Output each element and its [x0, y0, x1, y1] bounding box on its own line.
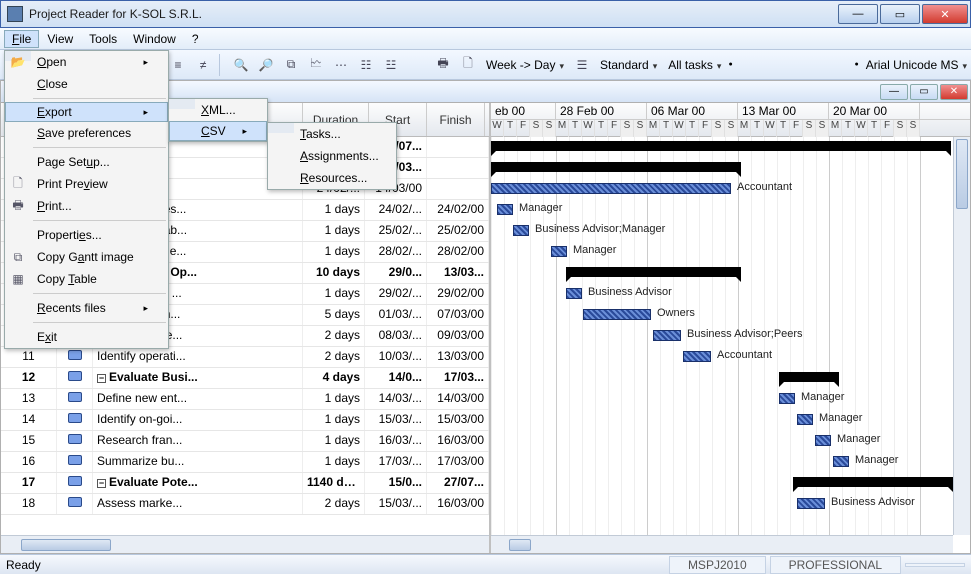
menu-page-setup[interactable]: Page Setup... — [5, 151, 168, 173]
menu-tools[interactable]: Tools — [81, 30, 125, 48]
menu-properties[interactable]: Properties... — [5, 224, 168, 246]
menu-file[interactable]: File — [4, 30, 39, 48]
table-row[interactable]: 13Define new ent...1 days14/03/...14/03/… — [1, 389, 489, 410]
status-ready: Ready — [6, 558, 41, 572]
status-format: MSPJ2010 — [669, 556, 766, 574]
status-bar: Ready MSPJ2010 PROFESSIONAL — [0, 554, 971, 574]
window-title: Project Reader for K-SOL S.R.L. — [29, 7, 202, 21]
table-row[interactable]: 14Identify on-goi...1 days15/03/...15/03… — [1, 410, 489, 431]
view-icon[interactable]: ☰ — [571, 54, 593, 76]
view-dropdown[interactable]: Standard — [596, 54, 661, 76]
menu-open[interactable]: 📂Open▸ — [5, 51, 168, 73]
gantt-vscroll[interactable] — [953, 137, 970, 535]
menu-copy-table[interactable]: ▦Copy Table — [5, 268, 168, 290]
table-icon: ▦ — [10, 272, 26, 286]
chart3-icon[interactable]: ☳ — [380, 54, 402, 76]
window-titlebar: Project Reader for K-SOL S.R.L. — ▭ ✕ — [0, 0, 971, 28]
menu-print[interactable]: 🖶Print... — [5, 195, 168, 217]
table-row[interactable]: 18Assess marke...2 days15/03/...16/03/00 — [1, 494, 489, 515]
zoom-in-icon[interactable]: 🔍 — [230, 54, 252, 76]
table-row[interactable]: 11Identify operati...2 days10/03/...13/0… — [1, 347, 489, 368]
copy-icon[interactable]: ⧉ — [280, 54, 302, 76]
chart-icon[interactable]: ≡ — [167, 54, 189, 76]
filter-dropdown[interactable]: All tasks — [664, 54, 725, 76]
menu-copy-gantt[interactable]: ⧉Copy Gantt image — [5, 246, 168, 268]
menu-view[interactable]: View — [39, 30, 81, 48]
child-maximize-button[interactable]: ▭ — [910, 84, 938, 100]
table-row[interactable]: 12−Evaluate Busi...4 days14/0...17/03... — [1, 368, 489, 389]
timeline-header: eb 0028 Feb 0006 Mar 0013 Mar 0020 Mar 0… — [491, 103, 970, 137]
copy-icon: ⧉ — [10, 250, 26, 265]
grid-hscroll[interactable] — [1, 535, 489, 553]
preview-icon[interactable]: 🗋 — [457, 54, 479, 76]
print-icon[interactable]: 🖶 — [432, 54, 454, 76]
child-minimize-button[interactable]: — — [880, 84, 908, 100]
close-button[interactable]: ✕ — [922, 4, 968, 24]
preview-icon: 🗋 — [10, 174, 26, 195]
menu-csv-tasks[interactable]: Tasks... — [268, 123, 396, 145]
export-submenu: XML... CSV▸ — [168, 98, 268, 142]
gantt-hscroll[interactable] — [491, 535, 953, 553]
menu-recents[interactable]: Recents files▸ — [5, 297, 168, 319]
menu-print-preview[interactable]: 🗋Print Preview — [5, 173, 168, 195]
menu-help[interactable]: ? — [184, 30, 207, 48]
menu-bar: File View Tools Window ? — [0, 28, 971, 50]
menu-csv-assignments[interactable]: Assignments... — [268, 145, 396, 167]
menu-export-xml[interactable]: XML... — [169, 99, 267, 121]
gantt-chart: eb 0028 Feb 0006 Mar 0013 Mar 0020 Mar 0… — [491, 103, 970, 553]
maximize-button[interactable]: ▭ — [880, 4, 920, 24]
file-menu: 📂Open▸ Close Export▸ Save preferences Pa… — [4, 50, 169, 349]
child-close-button[interactable]: ✕ — [940, 84, 968, 100]
menu-close[interactable]: Close — [5, 73, 168, 95]
status-edition: PROFESSIONAL — [770, 556, 901, 574]
menu-export[interactable]: Export▸ — [5, 102, 168, 122]
open-icon: 📂 — [10, 55, 26, 69]
link-icon[interactable]: ≠ — [192, 54, 214, 76]
zoom-out-icon[interactable]: 🔎 — [255, 54, 277, 76]
menu-window[interactable]: Window — [125, 30, 184, 48]
menu-exit[interactable]: Exit — [5, 326, 168, 348]
timeline-icon[interactable]: ⋯ — [330, 54, 352, 76]
col-finish[interactable]: Finish — [427, 103, 485, 136]
status-empty — [905, 563, 965, 567]
timescale-dropdown[interactable]: Week -> Day — [482, 54, 568, 76]
table-row[interactable]: 16Summarize bu...1 days17/03/...17/03/00 — [1, 452, 489, 473]
menu-csv-resources[interactable]: Resources... — [268, 167, 396, 189]
menu-export-csv[interactable]: CSV▸ — [169, 121, 267, 141]
chart2-icon[interactable]: ☷ — [355, 54, 377, 76]
print-icon: 🖶 — [10, 196, 26, 217]
menu-save-preferences[interactable]: Save preferences — [5, 122, 168, 144]
minimize-button[interactable]: — — [838, 4, 878, 24]
table-row[interactable]: 15Research fran...1 days16/03/...16/03/0… — [1, 431, 489, 452]
gantt-icon[interactable]: 🗠 — [305, 54, 327, 76]
csv-submenu: Tasks... Assignments... Resources... — [267, 122, 397, 190]
font-dropdown[interactable]: Arial Unicode MS — [862, 54, 971, 76]
app-icon — [7, 6, 23, 22]
table-row[interactable]: 17−Evaluate Pote...1140 days15/0...27/07… — [1, 473, 489, 494]
